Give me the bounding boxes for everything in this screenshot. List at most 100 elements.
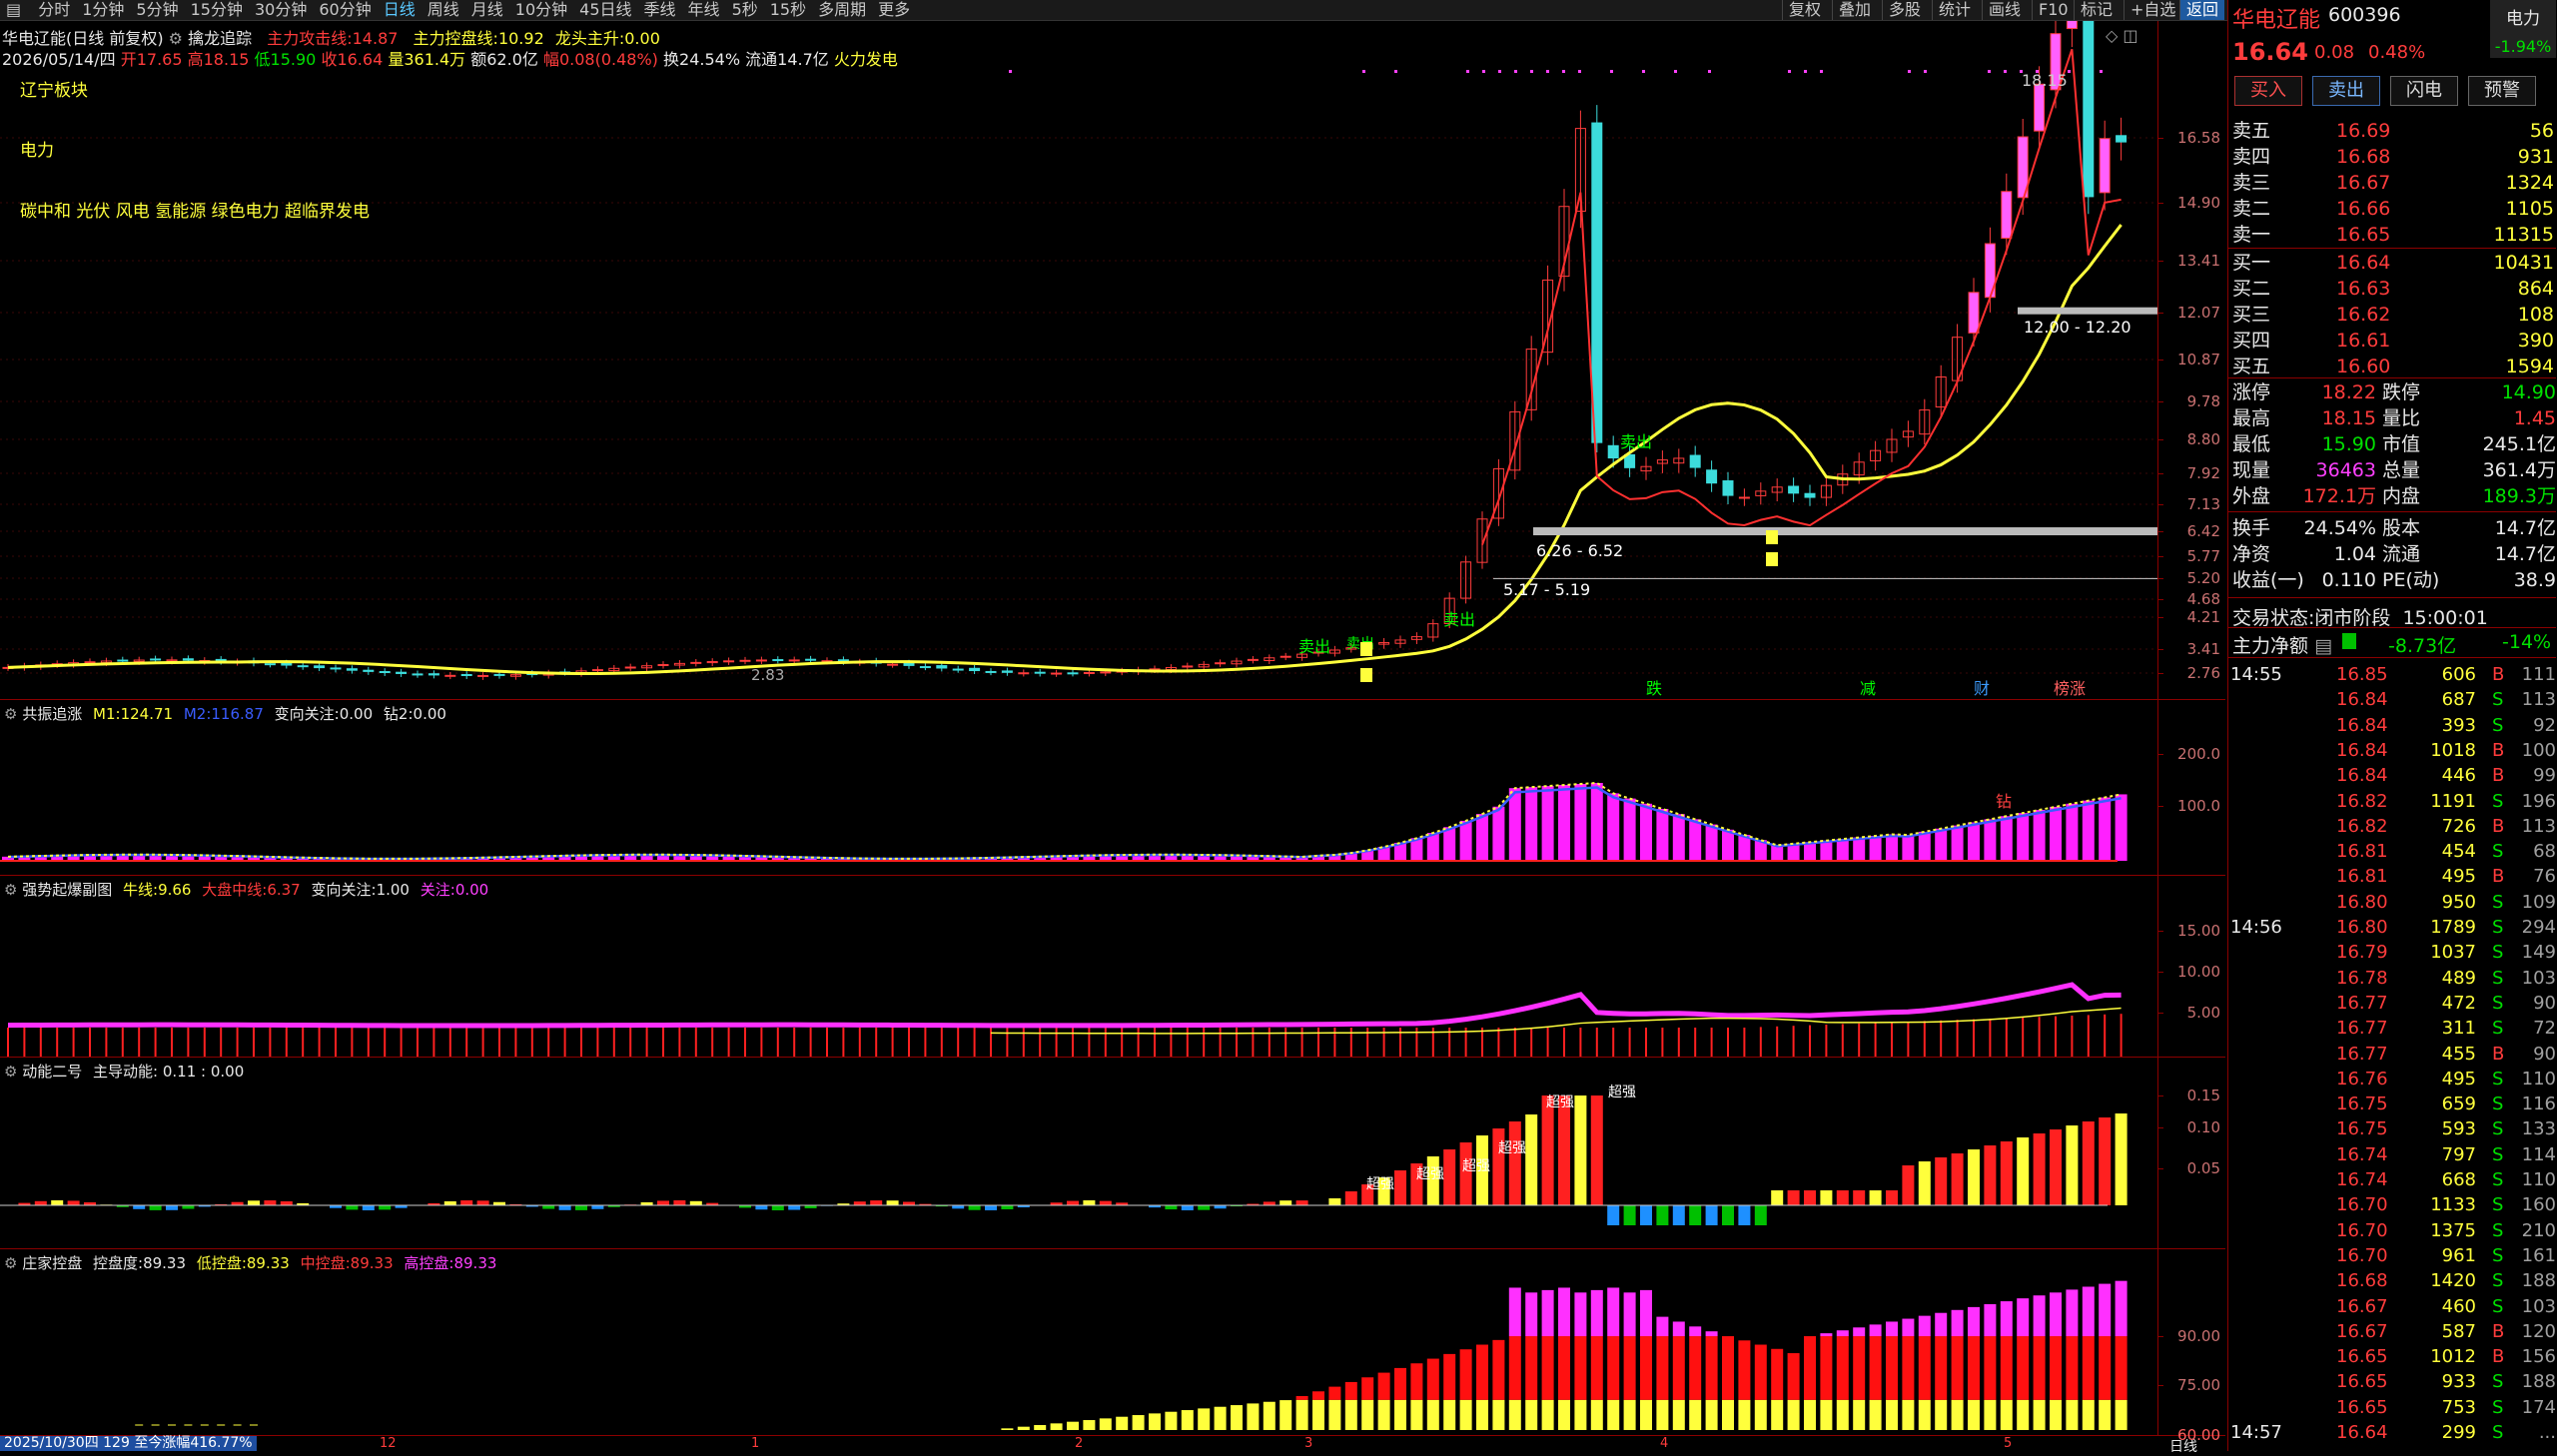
stock-name[interactable]: 华电辽能 (2232, 2, 2320, 34)
panel2-bar (1525, 787, 1537, 861)
panel5-high-bar (1870, 1324, 1882, 1336)
toolbar-btn-overlay[interactable]: 叠加 (1832, 0, 1877, 20)
period-tab[interactable]: 60分钟 (313, 0, 377, 20)
period-tab[interactable]: 1分钟 (76, 0, 130, 20)
toolbar-btn-favorite[interactable]: +自选 (2124, 0, 2181, 20)
panel3-focus-value: 1.00 (377, 881, 410, 899)
stat-value: 38.9 (2514, 567, 2556, 593)
panel4-name[interactable]: 动能二号 (22, 1063, 82, 1081)
flash-trade-button[interactable]: 闪电 (2390, 76, 2458, 106)
panel2-settings-icon[interactable]: ⚙ (4, 705, 22, 723)
period-tab[interactable]: 5分钟 (130, 0, 184, 20)
panel5-mid-bar (1296, 1396, 1308, 1400)
period-tab[interactable]: 多周期 (812, 0, 872, 20)
ask-row[interactable]: 卖四16.68931 (2230, 144, 2556, 170)
toolbar-menu-icon[interactable]: ▤ (0, 0, 27, 20)
panel2-bar (1574, 784, 1586, 861)
toolbar-btn-back[interactable]: 返回 (2179, 0, 2224, 20)
bid-row[interactable]: 买一16.6410431 (2230, 250, 2556, 276)
y-tick-label: 90.00 (2177, 1327, 2220, 1345)
y-tick-label: 14.90 (2177, 194, 2220, 212)
period-tab[interactable]: 季线 (638, 0, 682, 20)
signal-dot (2068, 70, 2071, 73)
panel5-mid-value: 89.33 (351, 1254, 394, 1272)
stat-row: 外盘172.1万内盘189.3万 (2230, 483, 2556, 509)
toolbar-btn-stats[interactable]: 统计 (1932, 0, 1977, 20)
ask-row[interactable]: 卖五16.6956 (2230, 118, 2556, 144)
panel4-bar (133, 1205, 145, 1209)
panel5-low-bar (2050, 1400, 2062, 1430)
panel2-name[interactable]: 共振追涨 (22, 705, 82, 723)
stat-label: 内盘 (2382, 483, 2420, 509)
candle (413, 674, 423, 675)
period-tab[interactable]: 月线 (465, 0, 509, 20)
tick-direction: S (2492, 967, 2503, 991)
toolbar-btn-mark[interactable]: 标记 (2074, 0, 2119, 20)
kline-chart-area[interactable]: 18.1512.00 - 12.206.26 - 6.525.17 - 5.19… (0, 21, 2157, 1451)
panel4-bar (444, 1201, 456, 1205)
sector-box[interactable]: 电力 -1.94% (2490, 0, 2556, 58)
panel5-high-bar (1689, 1326, 1701, 1336)
stat-label: 跌停 (2382, 379, 2420, 405)
panel5-name[interactable]: 庄家控盘 (22, 1254, 82, 1272)
bid-row[interactable]: 买二16.63864 (2230, 276, 2556, 302)
period-tab[interactable]: 15秒 (764, 0, 812, 20)
tag-concepts[interactable]: 碳中和 光伏 风电 氢能源 绿色电力 超临界发电 (20, 197, 370, 222)
chart-mode-icon[interactable]: ◇ ◫ (2106, 26, 2138, 45)
period-tab[interactable]: 周线 (422, 0, 465, 20)
sell-signal: 卖出 (1620, 432, 1652, 451)
tick-direction: S (2492, 916, 2503, 940)
chart-canvas[interactable]: 18.1512.00 - 12.206.26 - 6.525.17 - 5.19… (0, 21, 2157, 1451)
period-tab[interactable]: 更多 (872, 0, 916, 20)
period-tab[interactable]: 10分钟 (509, 0, 573, 20)
panel5-high-bar (1624, 1292, 1636, 1336)
toolbar-btn-fuquan[interactable]: 复权 (1782, 0, 1827, 20)
tick-price: 16.84 (2336, 739, 2388, 763)
buy-button[interactable]: 买入 (2234, 76, 2302, 106)
tick-direction: S (2492, 1219, 2503, 1243)
period-tab[interactable]: 日线 (378, 0, 422, 20)
level-price: 16.60 (2336, 354, 2390, 379)
tick-volume: 659 (2442, 1092, 2476, 1116)
period-tab[interactable]: 45日线 (573, 0, 637, 20)
sell-button[interactable]: 卖出 (2312, 76, 2380, 106)
panel5-low-bar (1706, 1400, 1718, 1430)
bid-row[interactable]: 买四16.61390 (2230, 328, 2556, 354)
tick-count: 120 (2522, 1320, 2556, 1344)
tag-region[interactable]: 辽宁板块 (20, 76, 88, 101)
toolbar-btn-f10[interactable]: F10 (2032, 0, 2075, 20)
panel2-bar (1509, 788, 1521, 861)
ask-row[interactable]: 卖三16.671324 (2230, 170, 2556, 196)
panel4-settings-icon[interactable]: ⚙ (4, 1063, 22, 1081)
panel5-mid-bar (1837, 1336, 1849, 1400)
panel5-low-bar (1378, 1400, 1390, 1430)
panel3-settings-icon[interactable]: ⚙ (4, 881, 22, 899)
alert-button[interactable]: 预警 (2468, 76, 2536, 106)
y-tick-label: 200.0 (2177, 745, 2220, 763)
bid-row[interactable]: 买五16.601594 (2230, 354, 2556, 379)
panel3-name[interactable]: 强势起爆副图 (22, 881, 112, 899)
bid-row[interactable]: 买三16.62108 (2230, 302, 2556, 328)
ask-row[interactable]: 卖二16.661105 (2230, 196, 2556, 222)
period-tab[interactable]: 5秒 (726, 0, 764, 20)
panel5-settings-icon[interactable]: ⚙ (4, 1254, 22, 1272)
toolbar-btn-multi[interactable]: 多股 (1882, 0, 1927, 20)
tick-volume: 495 (2442, 1068, 2476, 1092)
panel5-low-bar (1279, 1400, 1291, 1430)
net-flow-detail-icon[interactable]: ▤ (2314, 635, 2332, 657)
period-tab[interactable]: 15分钟 (185, 0, 249, 20)
candle (364, 670, 374, 671)
period-tab[interactable]: 分时 (32, 0, 76, 20)
stat-value: 172.1万 (2303, 483, 2376, 509)
period-tab[interactable]: 30分钟 (249, 0, 313, 20)
y-tick-mark (2158, 556, 2163, 557)
tick-volume: 1375 (2430, 1219, 2476, 1243)
period-tab[interactable]: 年线 (682, 0, 726, 20)
toolbar-btn-draw[interactable]: 画线 (1982, 0, 2027, 20)
panel5-low-bar (1149, 1413, 1161, 1430)
panel2-m2-label: M2: (184, 705, 212, 723)
panel3-bull-label: 牛线: (123, 881, 158, 899)
event-box (1360, 642, 1372, 656)
tag-industry[interactable]: 电力 (20, 136, 54, 161)
ask-row[interactable]: 卖一16.6511315 (2230, 222, 2556, 248)
